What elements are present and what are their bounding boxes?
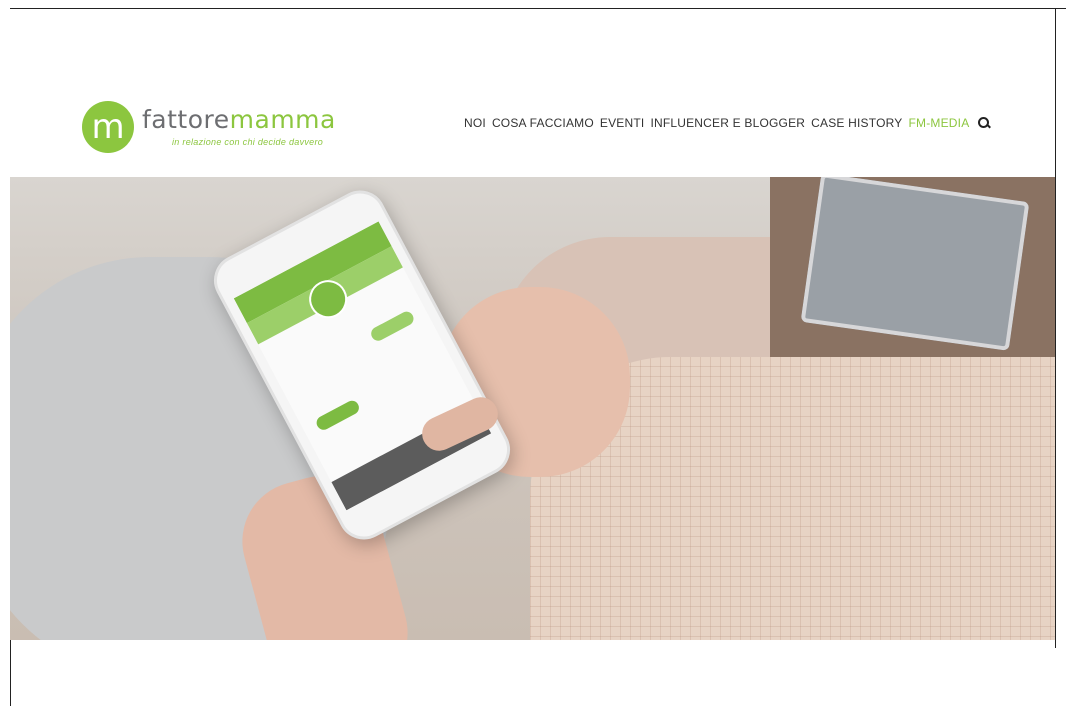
logo-tagline: in relazione con chi decide davvero [172, 137, 324, 147]
hero-image [10, 177, 1055, 640]
page-border-top [10, 8, 1066, 9]
logo[interactable]: m fattoremamma in relazione con chi deci… [82, 101, 336, 153]
nav-item-case-history[interactable]: CASE HISTORY [811, 116, 902, 130]
main-nav: NOI COSA FACCIAMO EVENTI INFLUENCER E BL… [464, 116, 991, 130]
logo-word-part2: mamma [229, 105, 336, 134]
page-border-right [1055, 8, 1056, 648]
nav-item-eventi[interactable]: EVENTI [600, 116, 645, 130]
logo-word-part1: fattore [142, 105, 230, 134]
logo-letter: m [91, 107, 125, 147]
nav-item-influencer-e-blogger[interactable]: INFLUENCER E BLOGGER [650, 116, 805, 130]
logo-wordmark: fattoremamma [142, 107, 336, 132]
nav-item-noi[interactable]: NOI [464, 116, 486, 130]
phone-button-secondary [368, 309, 416, 344]
logo-mark: m [82, 101, 134, 153]
phone-button [314, 398, 362, 433]
nav-item-cosa-facciamo[interactable]: COSA FACCIAMO [492, 116, 594, 130]
search-icon[interactable] [977, 116, 991, 130]
logo-text: fattoremamma in relazione con chi decide… [142, 107, 336, 147]
page-border-left [10, 640, 11, 706]
nav-item-fm-media[interactable]: FM-MEDIA [908, 116, 969, 130]
tablet-device [800, 177, 1030, 351]
